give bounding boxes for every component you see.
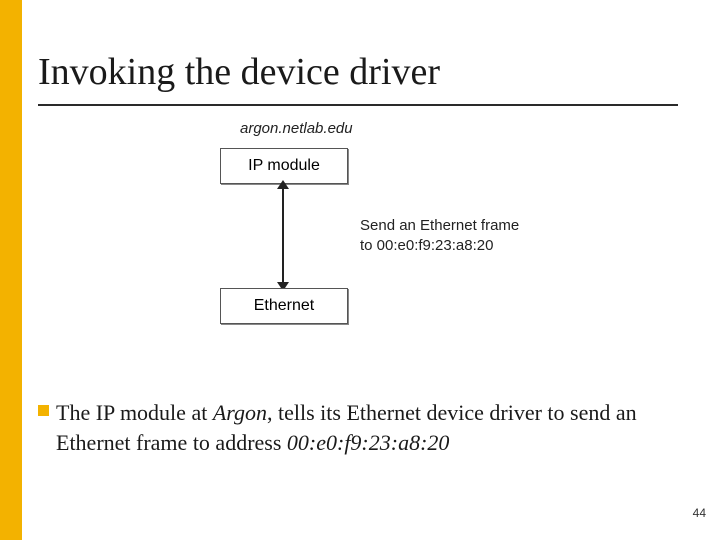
body-paragraph: The IP module at Argon, tells its Ethern… bbox=[56, 398, 680, 457]
slide: Invoking the device driver argon.netlab.… bbox=[0, 0, 720, 540]
connector-line bbox=[282, 184, 284, 288]
ethernet-box: Ethernet bbox=[220, 288, 348, 324]
arrow-up-icon bbox=[277, 180, 289, 189]
body-mid: , tells its Ethernet device driver to se… bbox=[267, 400, 637, 425]
body-mac: 00:e0:f9:23:a8:20 bbox=[287, 430, 450, 455]
body-post1: to address bbox=[187, 430, 287, 455]
slide-title: Invoking the device driver bbox=[38, 50, 440, 94]
diagram: argon.netlab.edu IP module Ethernet Send… bbox=[160, 120, 560, 350]
bullet-icon bbox=[38, 405, 49, 416]
host-label: argon.netlab.edu bbox=[240, 120, 353, 137]
send-frame-label: Send an Ethernet frame to 00:e0:f9:23:a8… bbox=[360, 216, 519, 257]
side-label-line1: Send an Ethernet frame bbox=[360, 217, 519, 234]
slide-number: 44 bbox=[693, 506, 706, 520]
body-argon: Argon bbox=[213, 400, 267, 425]
body-eth-frame: Ethernet frame bbox=[56, 430, 187, 455]
side-label-line2: to 00:e0:f9:23:a8:20 bbox=[360, 237, 493, 254]
body-pre: The IP module at bbox=[56, 400, 213, 425]
ip-module-box: IP module bbox=[220, 148, 348, 184]
accent-bar bbox=[0, 0, 22, 540]
title-underline bbox=[38, 104, 678, 106]
